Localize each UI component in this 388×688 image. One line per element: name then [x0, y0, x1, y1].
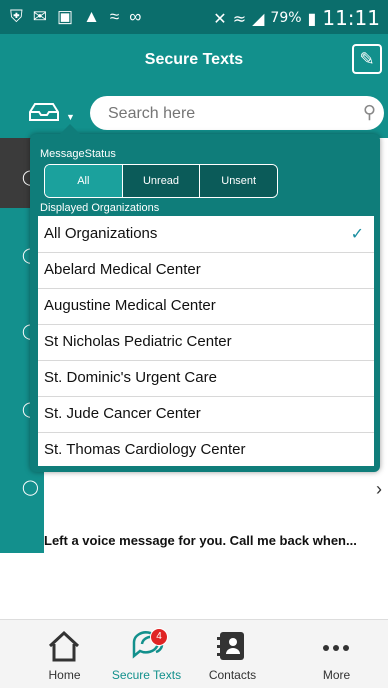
caret-down-icon: ▼ — [66, 112, 75, 122]
dropdown-pointer — [60, 124, 80, 134]
org-item-label: All Organizations — [44, 225, 158, 242]
cell-signal-icon: ◢ — [252, 8, 265, 28]
tab-label: Secure Texts — [111, 668, 182, 682]
organization-list: All Organizations ✓ Abelard Medical Cent… — [38, 216, 374, 466]
org-item-label: St. Thomas Cardiology Center — [44, 441, 246, 458]
tab-label: Contacts — [208, 668, 257, 682]
voicemail-icon: ∞ — [129, 7, 142, 26]
pencil-icon: ✎ — [359, 49, 375, 69]
search-field[interactable]: ⚲ — [90, 96, 384, 130]
checkmark-icon: ✓ — [350, 226, 364, 243]
compose-button[interactable]: ✎ — [352, 44, 382, 74]
warning-icon: ▲ — [83, 7, 100, 26]
battery-icon: ▮ — [307, 8, 317, 28]
displayed-organizations-label: Displayed Organizations — [40, 202, 160, 214]
org-item-st-jude[interactable]: St. Jude Cancer Center — [38, 396, 374, 433]
wifi-signal-icon: ≈ — [232, 8, 247, 28]
mail-icon: ✉ — [32, 7, 47, 26]
status-bar: ⛨ ✉ ▣ ▲ ≈ ∞ ✕ ≈ ◢ 79% ▮ 11:11 — [0, 0, 388, 34]
clock: 11:11 — [322, 6, 380, 30]
contacts-icon — [184, 628, 281, 664]
page-title: Secure Texts — [144, 51, 244, 68]
ellipsis-icon — [288, 628, 385, 664]
inbox-filter-button[interactable]: ▼ — [28, 98, 75, 122]
tab-label: More — [322, 668, 351, 682]
message-status-segmented-control: All Unread Unsent — [44, 164, 278, 198]
org-item-st-dominics[interactable]: St. Dominic's Urgent Care — [38, 360, 374, 397]
org-item-st-thomas[interactable]: St. Thomas Cardiology Center — [38, 432, 374, 468]
org-item-abelard[interactable]: Abelard Medical Center — [38, 252, 374, 289]
message-status-label: MessageStatus — [40, 148, 116, 160]
org-item-augustine[interactable]: Augustine Medical Center — [38, 288, 374, 325]
filter-dropdown: MessageStatus All Unread Unsent Displaye… — [30, 124, 380, 472]
message-preview-text: Left a voice message for you. Call me ba… — [44, 533, 357, 548]
org-item-label: St Nicholas Pediatric Center — [44, 333, 232, 350]
tab-contacts[interactable]: Contacts — [184, 620, 281, 688]
unread-badge: 4 — [150, 628, 168, 646]
tab-secure-texts[interactable]: 4 Secure Texts — [98, 620, 195, 688]
status-option-unread[interactable]: Unread — [121, 165, 200, 197]
search-icon[interactable]: ⚲ — [363, 102, 376, 123]
chat-bubbles-icon: 4 — [98, 628, 195, 664]
org-item-label: St. Jude Cancer Center — [44, 405, 201, 422]
search-row: ▼ ⚲ — [0, 86, 388, 138]
inbox-icon — [29, 103, 59, 121]
tab-more[interactable]: More — [288, 620, 385, 688]
status-option-unsent[interactable]: Unsent — [199, 165, 277, 197]
org-item-all-organizations[interactable]: All Organizations ✓ — [38, 216, 374, 253]
message-preview-row[interactable]: › Left a voice message for you. Call me … — [44, 479, 388, 553]
image-icon: ▣ — [57, 7, 74, 26]
chat-bubble-icon: ◯ — [22, 479, 39, 496]
chevron-right-icon: › — [376, 479, 382, 499]
mute-icon: ✕ — [213, 8, 227, 28]
app-header: Secure Texts ✎ — [0, 34, 388, 86]
wifi-icon: ≈ — [109, 7, 120, 26]
battery-percent: 79% — [270, 10, 302, 26]
status-indicators: ✕ ≈ ◢ 79% ▮ 11:11 — [213, 6, 380, 30]
bottom-tab-bar: Home 4 Secure Texts Contacts More — [0, 619, 388, 688]
notification-icons: ⛨ ✉ ▣ ▲ ≈ ∞ — [10, 7, 141, 27]
org-item-label: Augustine Medical Center — [44, 297, 216, 314]
shield-icon: ⛨ — [10, 7, 23, 26]
org-item-st-nicholas[interactable]: St Nicholas Pediatric Center — [38, 324, 374, 361]
org-item-label: St. Dominic's Urgent Care — [44, 369, 217, 386]
org-item-label: Abelard Medical Center — [44, 261, 201, 278]
status-option-all[interactable]: All — [45, 165, 122, 197]
search-input[interactable] — [106, 102, 350, 126]
